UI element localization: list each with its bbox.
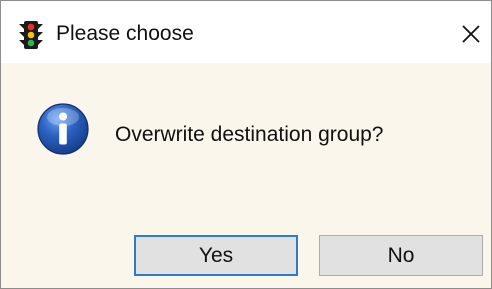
- dialog-content: Overwrite destination group? Yes No: [1, 63, 491, 288]
- information-icon: [37, 103, 89, 155]
- dialog-window: Please choose Overwrite destination grou…: [0, 0, 492, 289]
- no-button[interactable]: No: [319, 235, 483, 276]
- window-title: Please choose: [56, 22, 194, 45]
- title-bar[interactable]: Please choose: [1, 1, 491, 63]
- yes-button[interactable]: Yes: [134, 235, 298, 276]
- message-text: Overwrite destination group?: [115, 123, 384, 146]
- traffic-light-icon: [19, 21, 43, 49]
- close-icon[interactable]: [453, 16, 489, 52]
